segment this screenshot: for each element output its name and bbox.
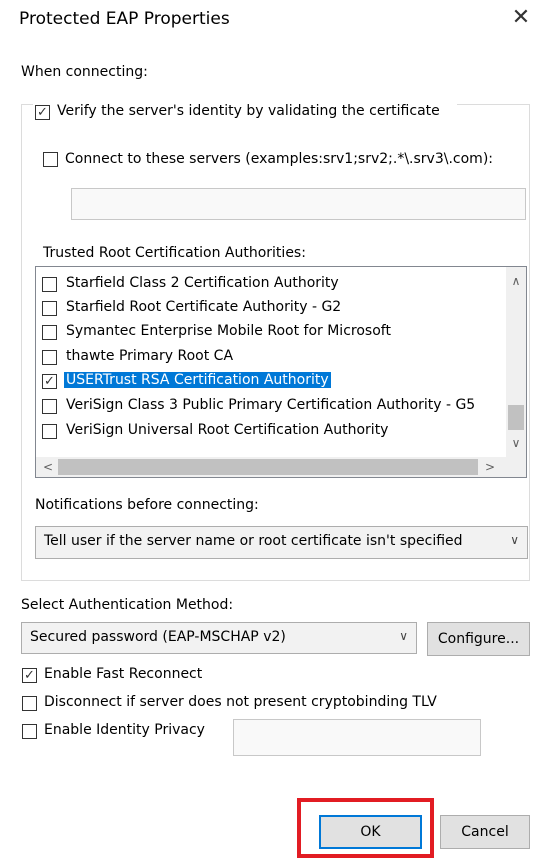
- vertical-scroll-thumb[interactable]: [508, 405, 524, 430]
- cert-checkbox[interactable]: ✓: [42, 374, 57, 389]
- servers-input[interactable]: [71, 188, 526, 220]
- when-connecting-label: When connecting:: [21, 64, 148, 80]
- cert-checkbox[interactable]: [42, 350, 57, 365]
- check-icon: ✓: [37, 105, 48, 120]
- auth-method-label: Select Authentication Method:: [21, 597, 234, 613]
- verify-row[interactable]: ✓ Verify the server's identity by valida…: [33, 103, 457, 123]
- identity-privacy-input[interactable]: [233, 719, 481, 756]
- cert-label: Symantec Enterprise Mobile Root for Micr…: [66, 323, 391, 339]
- cert-label: USERTrust RSA Certification Authority: [64, 372, 331, 388]
- cert-item-selected[interactable]: ✓ USERTrust RSA Certification Authority: [42, 370, 502, 394]
- cert-listbox[interactable]: Starfield Class 2 Certification Authorit…: [35, 266, 527, 478]
- chevron-down-icon: ∨: [510, 533, 519, 547]
- cryptobinding-row[interactable]: Disconnect if server does not present cr…: [22, 694, 502, 714]
- cert-item[interactable]: Starfield Root Certificate Authority - G…: [42, 297, 502, 321]
- horizontal-scrollbar[interactable]: < >: [36, 457, 506, 477]
- scroll-up-icon[interactable]: ∧: [506, 271, 526, 291]
- close-icon[interactable]: ✕: [508, 5, 534, 31]
- window-title: Protected EAP Properties: [19, 9, 230, 29]
- cert-item[interactable]: thawte Primary Root CA: [42, 346, 502, 370]
- notifications-value: Tell user if the server name or root cer…: [44, 533, 463, 549]
- configure-button[interactable]: Configure...: [427, 622, 530, 656]
- notifications-label: Notifications before connecting:: [35, 497, 259, 513]
- fast-reconnect-checkbox[interactable]: ✓: [22, 668, 37, 683]
- identity-privacy-row[interactable]: Enable Identity Privacy: [22, 722, 222, 742]
- connect-servers-row[interactable]: Connect to these servers (examples:srv1;…: [43, 151, 523, 171]
- scroll-down-icon[interactable]: ∨: [506, 433, 526, 453]
- auth-method-dropdown[interactable]: Secured password (EAP-MSCHAP v2) ∨: [21, 622, 417, 654]
- auth-method-value: Secured password (EAP-MSCHAP v2): [30, 629, 286, 645]
- cert-item[interactable]: VeriSign Class 3 Public Primary Certific…: [42, 395, 502, 419]
- connect-servers-label: Connect to these servers (examples:srv1;…: [65, 151, 493, 167]
- identity-privacy-label: Enable Identity Privacy: [44, 722, 205, 738]
- trusted-root-label: Trusted Root Certification Authorities:: [43, 245, 306, 261]
- cert-item[interactable]: VeriSign Universal Root Certification Au…: [42, 420, 502, 444]
- verify-checkbox[interactable]: ✓: [35, 105, 50, 120]
- cert-label: Starfield Root Certificate Authority - G…: [66, 299, 342, 315]
- horizontal-scroll-thumb[interactable]: [58, 459, 478, 475]
- fast-reconnect-label: Enable Fast Reconnect: [44, 666, 203, 682]
- cert-checkbox[interactable]: [42, 301, 57, 316]
- check-icon: ✓: [24, 668, 35, 683]
- connect-servers-checkbox[interactable]: [43, 152, 58, 167]
- cert-item[interactable]: Starfield Class 2 Certification Authorit…: [42, 273, 502, 297]
- cert-label: VeriSign Universal Root Certification Au…: [66, 422, 389, 438]
- cert-item[interactable]: Symantec Enterprise Mobile Root for Micr…: [42, 321, 502, 345]
- scrollbar-corner: [506, 457, 526, 477]
- cert-checkbox[interactable]: [42, 325, 57, 340]
- chevron-down-icon: ∨: [399, 629, 408, 643]
- cert-label: Starfield Class 2 Certification Authorit…: [66, 275, 339, 291]
- cert-label: thawte Primary Root CA: [66, 348, 234, 364]
- identity-privacy-checkbox[interactable]: [22, 724, 37, 739]
- verify-label: Verify the server's identity by validati…: [57, 103, 440, 119]
- scroll-right-icon[interactable]: >: [480, 457, 500, 477]
- cert-checkbox[interactable]: [42, 399, 57, 414]
- vertical-scrollbar[interactable]: ∧ ∨: [506, 267, 526, 457]
- ok-button[interactable]: OK: [319, 815, 422, 849]
- fast-reconnect-row[interactable]: ✓ Enable Fast Reconnect: [22, 666, 322, 686]
- cryptobinding-label: Disconnect if server does not present cr…: [44, 694, 437, 710]
- scroll-left-icon[interactable]: <: [38, 457, 58, 477]
- notifications-dropdown[interactable]: Tell user if the server name or root cer…: [35, 526, 528, 559]
- cert-label: VeriSign Class 3 Public Primary Certific…: [66, 397, 476, 413]
- cert-checkbox[interactable]: [42, 424, 57, 439]
- cert-checkbox[interactable]: [42, 277, 57, 292]
- check-icon: ✓: [44, 374, 55, 389]
- cancel-button[interactable]: Cancel: [440, 815, 530, 849]
- cryptobinding-checkbox[interactable]: [22, 696, 37, 711]
